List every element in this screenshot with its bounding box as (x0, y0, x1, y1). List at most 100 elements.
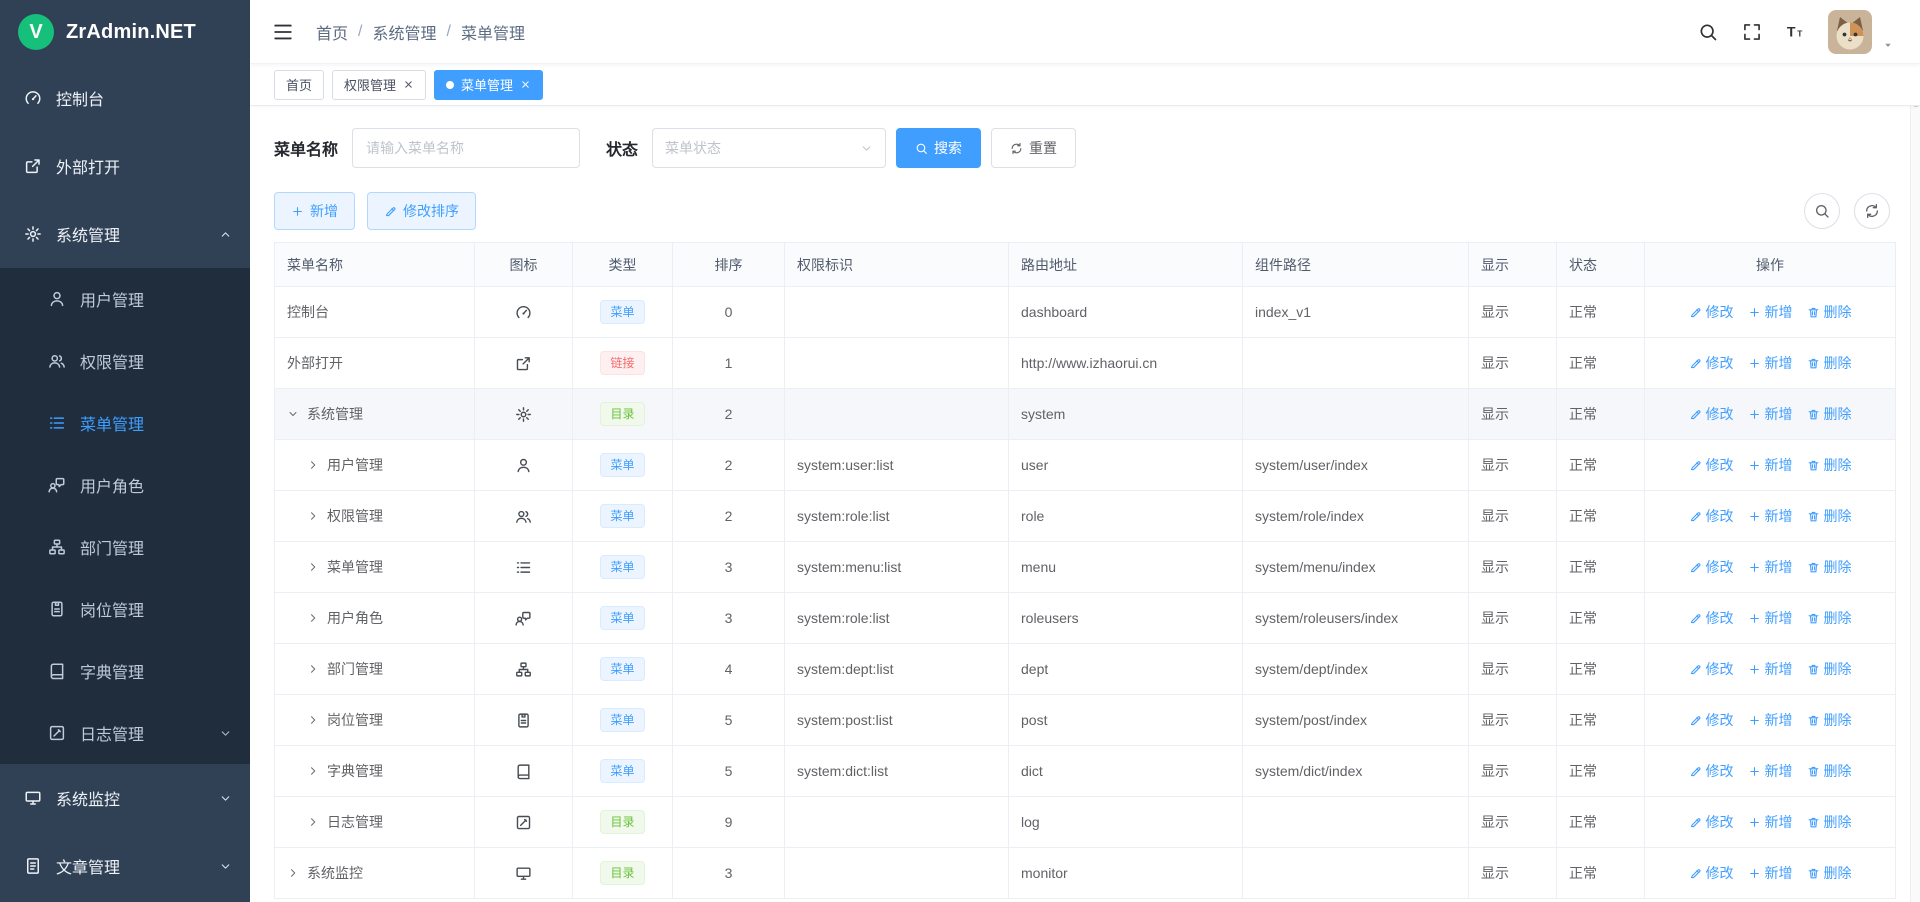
sidebar-item[interactable]: 用户角色 (0, 454, 250, 516)
delete-link[interactable]: 删除 (1807, 863, 1852, 883)
breadcrumb-item[interactable]: 菜单管理 (461, 20, 525, 44)
add-link[interactable]: 新增 (1748, 557, 1793, 577)
add-link-label: 新增 (1765, 761, 1793, 781)
avatar-caret-icon[interactable] (1882, 39, 1894, 51)
search-icon[interactable] (1698, 22, 1718, 42)
edit-link[interactable]: 修改 (1689, 863, 1734, 883)
fullscreen-icon[interactable] (1742, 22, 1762, 42)
sidebar-item[interactable]: 权限管理 (0, 330, 250, 392)
breadcrumb-item[interactable]: 首页 (316, 20, 348, 44)
edit-link[interactable]: 修改 (1689, 761, 1734, 781)
tab[interactable]: 菜单管理 (434, 70, 543, 100)
tree-toggle-icon[interactable] (307, 510, 319, 522)
sidebar-item[interactable]: 系统管理 (0, 200, 250, 268)
edit-icon (1689, 612, 1702, 625)
sidebar: V ZrAdmin.NET 控制台 外部打开 系统管理 (0, 0, 250, 902)
sort-button[interactable]: 修改排序 (367, 192, 476, 230)
edit-link[interactable]: 修改 (1689, 608, 1734, 628)
breadcrumb-item[interactable]: 系统管理 (372, 20, 436, 44)
status-select[interactable]: 菜单状态 (652, 128, 886, 168)
sidebar-item[interactable]: 菜单管理 (0, 392, 250, 454)
menu-name-input[interactable] (352, 128, 580, 168)
scrollbar[interactable] (1910, 0, 1920, 902)
collapse-sidebar-button[interactable] (272, 21, 294, 43)
reset-button-icon (1010, 142, 1023, 155)
sidebar-item[interactable]: 日志管理 (0, 702, 250, 764)
user-avatar[interactable] (1828, 10, 1872, 54)
order-cell: 5 (673, 746, 785, 797)
add-link[interactable]: 新增 (1748, 812, 1793, 832)
tree-toggle-icon[interactable] (307, 816, 319, 828)
font-size-icon[interactable]: TT (1786, 22, 1806, 42)
edit-link[interactable]: 修改 (1689, 506, 1734, 526)
sidebar-item[interactable]: 控制台 (0, 64, 250, 132)
add-link-label: 新增 (1765, 608, 1793, 628)
sidebar-item[interactable]: 用户管理 (0, 268, 250, 330)
tab-close-icon[interactable] (403, 79, 414, 90)
type-tag: 菜单 (600, 300, 644, 324)
add-link[interactable]: 新增 (1748, 404, 1793, 424)
delete-link[interactable]: 删除 (1807, 506, 1852, 526)
add-button[interactable]: 新增 (274, 192, 355, 230)
ops-cell: 修改 新增 删除 (1645, 695, 1896, 746)
tree-toggle-icon[interactable] (287, 867, 299, 879)
sidebar-item-label: 系统监控 (56, 786, 120, 810)
tree-toggle-icon[interactable] (287, 408, 299, 420)
tab-close-icon[interactable] (520, 79, 531, 90)
add-link[interactable]: 新增 (1748, 761, 1793, 781)
add-link[interactable]: 新增 (1748, 302, 1793, 322)
tab[interactable]: 权限管理 (332, 70, 426, 100)
edit-link-label: 修改 (1706, 710, 1734, 730)
menu-name-cell: 系统管理 (275, 389, 475, 440)
edit-link[interactable]: 修改 (1689, 455, 1734, 475)
component-cell: system/menu/index (1243, 542, 1469, 593)
delete-link[interactable]: 删除 (1807, 608, 1852, 628)
tree-toggle-icon[interactable] (307, 561, 319, 573)
edit-link[interactable]: 修改 (1689, 557, 1734, 577)
sidebar-item-icon (24, 857, 42, 875)
edit-link[interactable]: 修改 (1689, 353, 1734, 373)
sidebar-item[interactable]: 字典管理 (0, 640, 250, 702)
search-button[interactable]: 搜索 (896, 128, 981, 168)
edit-link[interactable]: 修改 (1689, 812, 1734, 832)
edit-link[interactable]: 修改 (1689, 659, 1734, 679)
reset-button[interactable]: 重置 (991, 128, 1076, 168)
tab[interactable]: 首页 (274, 70, 324, 100)
add-link[interactable]: 新增 (1748, 506, 1793, 526)
edit-link[interactable]: 修改 (1689, 302, 1734, 322)
delete-link[interactable]: 删除 (1807, 659, 1852, 679)
edit-link[interactable]: 修改 (1689, 710, 1734, 730)
tree-toggle-icon[interactable] (307, 765, 319, 777)
add-link[interactable]: 新增 (1748, 608, 1793, 628)
delete-link[interactable]: 删除 (1807, 455, 1852, 475)
delete-link[interactable]: 删除 (1807, 353, 1852, 373)
plus-icon (1748, 357, 1761, 370)
sidebar-item[interactable]: 系统监控 (0, 764, 250, 832)
add-link[interactable]: 新增 (1748, 710, 1793, 730)
sidebar-item[interactable]: 岗位管理 (0, 578, 250, 640)
tree-toggle-icon[interactable] (307, 459, 319, 471)
delete-link[interactable]: 删除 (1807, 302, 1852, 322)
delete-link[interactable]: 删除 (1807, 710, 1852, 730)
delete-link[interactable]: 删除 (1807, 557, 1852, 577)
column-header: 排序 (673, 243, 785, 287)
delete-link[interactable]: 删除 (1807, 761, 1852, 781)
edit-link[interactable]: 修改 (1689, 404, 1734, 424)
tree-toggle-icon[interactable] (307, 714, 319, 726)
delete-link[interactable]: 删除 (1807, 404, 1852, 424)
search-toggle-button[interactable] (1804, 193, 1840, 229)
add-link[interactable]: 新增 (1748, 455, 1793, 475)
refresh-button[interactable] (1854, 193, 1890, 229)
sidebar-item[interactable]: 部门管理 (0, 516, 250, 578)
sidebar-item[interactable]: 文章管理 (0, 832, 250, 900)
component-cell: system/dept/index (1243, 644, 1469, 695)
perm-cell: system:dict:list (785, 746, 1009, 797)
tree-toggle-icon[interactable] (307, 612, 319, 624)
add-link[interactable]: 新增 (1748, 353, 1793, 373)
tree-toggle-icon[interactable] (307, 663, 319, 675)
delete-link[interactable]: 删除 (1807, 812, 1852, 832)
sidebar-item[interactable]: 外部打开 (0, 132, 250, 200)
add-link[interactable]: 新增 (1748, 659, 1793, 679)
add-link[interactable]: 新增 (1748, 863, 1793, 883)
order-cell: 9 (673, 797, 785, 848)
